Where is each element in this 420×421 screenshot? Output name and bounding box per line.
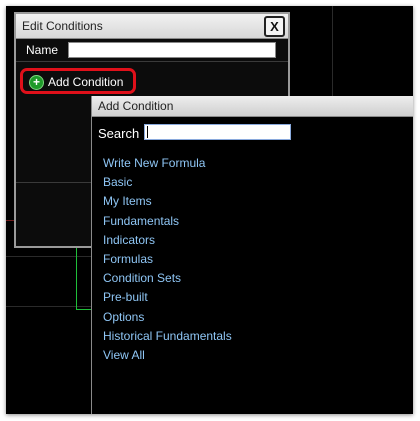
name-label: Name (26, 43, 59, 57)
name-input[interactable] (68, 42, 276, 58)
search-input[interactable] (144, 124, 291, 140)
popup-title: Add Condition (98, 99, 174, 113)
name-row: Name (16, 39, 288, 62)
grid-line (332, 6, 333, 96)
category-basic[interactable]: Basic (103, 173, 232, 192)
category-my-items[interactable]: My Items (103, 192, 232, 211)
price-line (76, 244, 77, 310)
category-fundamentals[interactable]: Fundamentals (103, 212, 232, 231)
add-condition-button[interactable]: + Add Condition (20, 68, 136, 94)
category-historical-fundamentals[interactable]: Historical Fundamentals (103, 327, 232, 346)
category-indicators[interactable]: Indicators (103, 231, 232, 250)
add-condition-label: Add Condition (48, 75, 124, 89)
category-view-all[interactable]: View All (103, 346, 232, 365)
grid-line (6, 306, 91, 307)
condition-category-list: Write New Formula Basic My Items Fundame… (103, 154, 232, 365)
edit-conditions-titlebar[interactable]: Edit Conditions X (16, 14, 288, 39)
add-condition-popup: Add Condition Search Write New Formula B… (91, 96, 413, 414)
grid-line (6, 220, 14, 221)
window-title: Edit Conditions (22, 19, 103, 33)
add-condition-titlebar[interactable]: Add Condition (92, 96, 413, 117)
chart-background: Edit Conditions X Name + Add Condition A… (6, 6, 413, 414)
category-formulas[interactable]: Formulas (103, 250, 232, 269)
price-line (76, 309, 91, 310)
category-pre-built[interactable]: Pre-built (103, 288, 232, 307)
text-caret (147, 126, 148, 138)
search-label: Search (98, 126, 140, 141)
category-write-new-formula[interactable]: Write New Formula (103, 154, 232, 173)
grid-line (6, 256, 91, 257)
category-options[interactable]: Options (103, 308, 232, 327)
plus-icon: + (29, 75, 44, 90)
close-button[interactable]: X (264, 16, 285, 37)
category-condition-sets[interactable]: Condition Sets (103, 269, 232, 288)
